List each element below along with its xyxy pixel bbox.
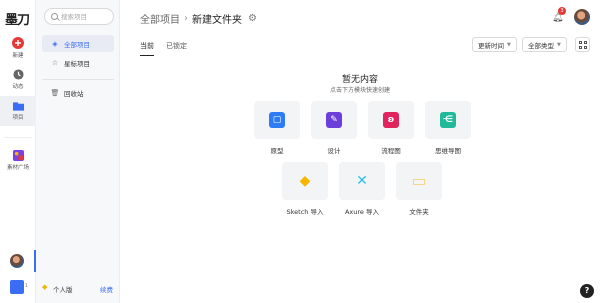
team-switch-icon[interactable]: [10, 280, 24, 294]
tab-locked[interactable]: 已锁定: [166, 41, 187, 56]
create-mindmap-tile[interactable]: ⋲: [425, 101, 471, 139]
sidebar-item-trash[interactable]: 🗑 回收站: [42, 84, 114, 101]
rail-item-label: 新建: [12, 53, 24, 59]
create-prototype-tile[interactable]: ▢: [254, 101, 300, 139]
tile-label: 流程图: [381, 147, 401, 155]
page-title: 新建文件夹: [192, 15, 242, 26]
rail-item-label: 素材广场: [6, 165, 29, 171]
sidebar-item-label: 全部项目: [64, 40, 90, 49]
tile-label: 原型: [270, 147, 284, 155]
rail-item-label: 动态: [12, 84, 24, 90]
breadcrumb-root[interactable]: 全部项目: [140, 11, 180, 26]
rail-item-materials[interactable]: 素材广场: [0, 150, 36, 171]
folder-icon: [12, 102, 24, 111]
app-logo[interactable]: 墨刀: [5, 9, 30, 28]
sidebar-item-label: 回收站: [64, 89, 84, 98]
sidebar-item-all-projects[interactable]: ◈ 全部项目: [42, 35, 114, 52]
gear-icon[interactable]: ⚙: [248, 13, 257, 24]
prototype-icon: ▢: [269, 112, 285, 128]
chevron-down-icon: ▼: [557, 41, 561, 48]
rail-item-projects[interactable]: 项目: [0, 96, 36, 126]
breadcrumb: 全部项目 › 新建文件夹 ⚙: [140, 11, 257, 26]
sort-dropdown[interactable]: 更新时间 ▼: [472, 37, 517, 52]
avatar: [10, 254, 24, 268]
main-content: 全部项目 › 新建文件夹 ⚙ 🔔︎ 3 当前 已锁定 更新时间 ▼ 全部类型 ▼…: [120, 0, 600, 303]
tile-label: 思维导图: [435, 147, 461, 155]
rail-item-activity[interactable]: 动态: [0, 69, 36, 90]
flowchart-icon: ʚ: [383, 112, 399, 128]
rail-item-label: 项目: [12, 115, 24, 121]
tile-label: Sketch 导入: [286, 208, 324, 216]
tile-label: Axure 导入: [344, 208, 379, 216]
diamond-icon: ◆: [42, 283, 48, 291]
create-folder-tile[interactable]: ▭: [396, 162, 442, 200]
sidebar-item-starred[interactable]: ☆ 星标项目: [42, 54, 114, 71]
sort-dropdown-value: 更新时间: [478, 41, 504, 50]
empty-state-title: 暂无内容: [341, 75, 378, 85]
left-rail: 墨刀 新建 动态 项目 素材广场 1: [0, 0, 36, 303]
sidebar-item-label: 星标项目: [64, 59, 90, 68]
import-axure-tile[interactable]: ✕: [339, 162, 385, 200]
folder-icon: ▭: [411, 171, 427, 190]
create-design-tile[interactable]: ✎: [311, 101, 357, 139]
sketch-icon: ◆: [299, 173, 311, 189]
notification-badge: 3: [558, 7, 566, 15]
search-box[interactable]: [44, 8, 114, 25]
clock-icon: [12, 69, 24, 80]
project-sidebar: ◈ 全部项目 ☆ 星标项目 🗑 回收站 ◆ 个人版 续费: [36, 0, 120, 303]
grid-view-button[interactable]: [575, 37, 590, 52]
grid-icon: [579, 41, 582, 44]
rail-workspace[interactable]: [0, 250, 36, 272]
type-dropdown-value: 全部类型: [528, 41, 554, 50]
mindmap-icon: ⋲: [440, 112, 456, 128]
tab-bar: 当前 已锁定: [140, 41, 199, 56]
tab-current[interactable]: 当前: [140, 41, 154, 56]
chevron-down-icon: ▼: [507, 41, 511, 48]
tile-label: 设计: [327, 147, 341, 155]
empty-state-subtitle: 点击下方模块快速创建: [329, 87, 390, 94]
axure-icon: ✕: [356, 173, 368, 189]
sidebar-divider: [42, 79, 114, 80]
rail-item-new[interactable]: 新建: [0, 37, 36, 59]
material-icon: [12, 150, 24, 161]
star-icon: ☆: [51, 58, 59, 67]
tile-label: 文件夹: [409, 208, 429, 216]
team-count: 1: [25, 284, 28, 289]
plus-circle-icon: [12, 37, 24, 49]
type-dropdown[interactable]: 全部类型 ▼: [522, 37, 567, 52]
renew-link[interactable]: 续费: [100, 284, 113, 294]
search-icon: [51, 13, 58, 20]
design-icon: ✎: [326, 112, 342, 128]
plan-edition: 个人版: [53, 286, 73, 294]
import-sketch-tile[interactable]: ◆: [282, 162, 328, 200]
help-button[interactable]: ?: [580, 284, 594, 298]
create-flowchart-tile[interactable]: ʚ: [368, 101, 414, 139]
trash-icon: 🗑: [50, 88, 60, 97]
user-avatar[interactable]: [574, 9, 590, 25]
breadcrumb-separator: ›: [184, 13, 188, 24]
search-input[interactable]: [61, 12, 111, 22]
plan-footer: ◆ 个人版 续费: [36, 280, 120, 296]
layers-icon: ◈: [52, 39, 58, 48]
rail-divider: [4, 137, 32, 138]
